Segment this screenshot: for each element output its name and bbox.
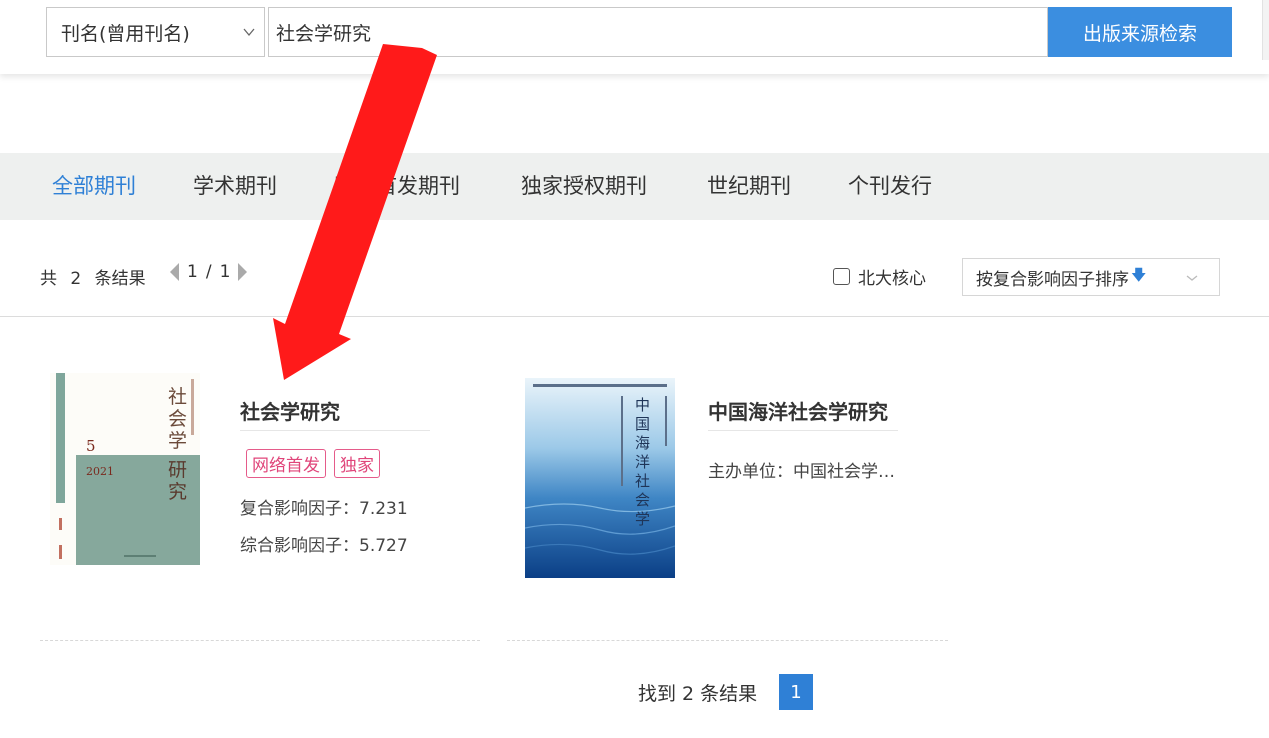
core-label: 北大核心 xyxy=(858,269,926,289)
arrow-down-icon: 🡇 xyxy=(1131,265,1147,284)
svg-text:中: 中 xyxy=(635,396,650,414)
metric-value: 5.727 xyxy=(359,536,408,556)
page-total: 1 xyxy=(219,262,231,282)
divider xyxy=(0,316,1269,317)
chevron-down-icon xyxy=(1186,275,1198,281)
tab-exclusive-journals[interactable]: 独家授权期刊 xyxy=(521,153,647,220)
journal-tabs: 全部期刊 学术期刊 网络首发期刊 独家授权期刊 世纪期刊 个刊发行 xyxy=(0,153,1269,220)
svg-text:国: 国 xyxy=(635,415,650,433)
svg-text:究: 究 xyxy=(168,481,187,503)
search-bar: 刊名(曾用刊名) 社会学研究 出版来源检索 xyxy=(0,0,1269,74)
result-count-prefix: 共 xyxy=(40,269,57,289)
tag-exclusive: 独家 xyxy=(334,449,380,478)
svg-text:社: 社 xyxy=(168,386,187,408)
result-count-number: 2 xyxy=(70,269,82,289)
comprehensive-impact-factor: 综合影响因子：5.727 xyxy=(240,531,408,556)
prev-page-icon[interactable] xyxy=(170,263,179,281)
search-button[interactable]: 出版来源检索 xyxy=(1048,7,1232,57)
svg-text:会: 会 xyxy=(168,408,187,430)
sort-select[interactable]: 按复合影响因子排序 🡇 xyxy=(962,258,1220,296)
core-checkbox[interactable] xyxy=(833,268,850,285)
metric-label: 复合影响因子： xyxy=(240,499,359,519)
search-query: 社会学研究 xyxy=(276,22,372,45)
tab-century-journals[interactable]: 世纪期刊 xyxy=(707,153,791,220)
svg-text:会: 会 xyxy=(635,491,650,509)
scrollbar[interactable] xyxy=(1262,0,1269,60)
tab-individual-issues[interactable]: 个刊发行 xyxy=(848,153,932,220)
search-field-label: 刊名(曾用刊名) xyxy=(61,22,190,45)
journal-card: 中 国 海 洋 社 会 学 中国海洋社会学研究 主办单位：中国社会学… xyxy=(525,360,955,600)
mini-pager: 1 / 1 xyxy=(170,262,248,282)
svg-text:研: 研 xyxy=(168,459,187,481)
result-toolbar: 共 2 条结果 1 / 1 北大核心 按复合影响因子排序 🡇 xyxy=(0,256,1269,296)
journal-title[interactable]: 中国海洋社会学研究 xyxy=(708,396,888,425)
journal-title[interactable]: 社会学研究 xyxy=(240,396,340,425)
card-divider xyxy=(40,640,480,641)
svg-text:学: 学 xyxy=(168,430,187,452)
footer-result-count: 找到 2 条结果 xyxy=(638,683,758,705)
journal-sponsor: 主办单位：中国社会学… xyxy=(708,462,895,482)
page-button-current[interactable]: 1 xyxy=(779,674,813,710)
svg-text:社: 社 xyxy=(635,472,650,490)
metric-label: 综合影响因子： xyxy=(240,536,359,556)
svg-text:5: 5 xyxy=(86,437,96,455)
page-current: 1 xyxy=(187,262,198,282)
page-separator: / xyxy=(205,262,212,282)
metric-value: 7.231 xyxy=(359,499,408,519)
journal-cover-image[interactable]: 中 国 海 洋 社 会 学 xyxy=(525,378,675,578)
journal-tags: 网络首发 独家 xyxy=(246,449,380,478)
core-journal-filter[interactable]: 北大核心 xyxy=(833,264,926,289)
tab-all-journals[interactable]: 全部期刊 xyxy=(52,153,136,220)
svg-text:海: 海 xyxy=(635,434,650,452)
chevron-down-icon xyxy=(243,28,255,37)
result-count: 共 2 条结果 xyxy=(40,264,154,289)
journal-cover-image[interactable]: 5 2021 社 会 学 研 究 xyxy=(50,373,200,565)
title-separator xyxy=(708,430,898,431)
search-field-select[interactable]: 刊名(曾用刊名) xyxy=(46,7,265,57)
svg-text:洋: 洋 xyxy=(635,453,650,471)
compound-impact-factor: 复合影响因子：7.231 xyxy=(240,494,408,519)
search-input[interactable]: 社会学研究 xyxy=(268,7,1048,57)
svg-text:学: 学 xyxy=(635,510,650,528)
card-divider xyxy=(507,640,948,641)
result-count-suffix: 条结果 xyxy=(94,269,146,289)
tag-online-first: 网络首发 xyxy=(246,449,326,478)
journal-card: 5 2021 社 会 学 研 究 社会学研究 网络首发 独家 复合影响因子：7.… xyxy=(50,360,480,600)
tab-academic-journals[interactable]: 学术期刊 xyxy=(193,153,277,220)
title-separator xyxy=(240,430,430,431)
svg-text:2021: 2021 xyxy=(86,465,114,478)
sort-label: 按复合影响因子排序 xyxy=(976,269,1129,290)
tab-online-first-journals[interactable]: 网络首发期刊 xyxy=(334,153,460,220)
next-page-icon[interactable] xyxy=(238,263,248,281)
